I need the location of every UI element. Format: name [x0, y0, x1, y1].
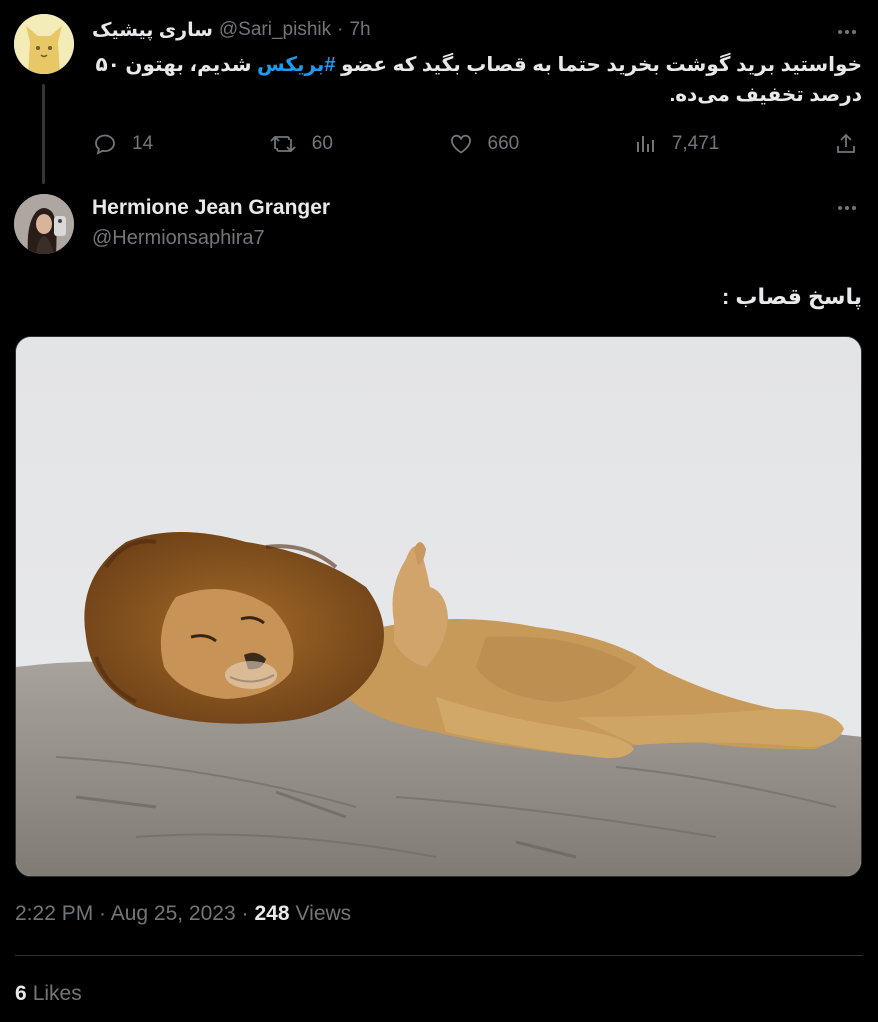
more-icon[interactable]	[834, 22, 860, 42]
parent-time[interactable]: 7h	[349, 19, 370, 41]
divider	[15, 955, 863, 956]
thread-connector-line	[42, 84, 45, 184]
parent-header: ساری پیشیک @Sari_pishik · 7h	[92, 17, 371, 43]
header-separator: ·	[337, 19, 344, 40]
parent-action-bar: 14 60 660 7,471	[92, 130, 858, 158]
reply-icon	[95, 134, 115, 155]
parent-handle[interactable]: @Sari_pishik	[219, 19, 331, 41]
parent-display-name[interactable]: ساری پیشیک	[92, 19, 213, 42]
like-count: 660	[487, 133, 520, 154]
parent-avatar[interactable]	[14, 14, 74, 74]
tweet-timestamp[interactable]: 2:22 PM · Aug 25, 2023 ·	[15, 902, 248, 926]
parent-tweet-text: خواستید برید گوشت بخرید حتما به قصاب بگی…	[92, 50, 862, 110]
reply-count: 14	[132, 133, 154, 154]
cat-avatar-icon	[14, 14, 74, 74]
reply-tweet-text: پاسخ قصاب :	[721, 284, 862, 309]
reply-avatar[interactable]	[14, 194, 74, 254]
more-icon[interactable]	[834, 198, 860, 218]
parent-text-before: خواستید برید گوشت بخرید حتما به قصاب بگی…	[335, 54, 862, 76]
views-count: 7,471	[671, 133, 720, 154]
user-photo-avatar-icon	[14, 194, 74, 254]
views-label: Views	[295, 902, 352, 925]
hashtag-link[interactable]: #بریکس	[257, 54, 336, 76]
retweet-count: 60	[311, 133, 333, 154]
like-icon	[450, 134, 471, 154]
likes-label: Likes	[32, 982, 82, 1005]
views-total: 248	[254, 902, 290, 925]
retweet-button[interactable]: 60	[268, 132, 333, 156]
reply-display-name[interactable]: Hermione Jean Granger	[92, 196, 330, 220]
tweet-media-image[interactable]	[15, 336, 862, 877]
likes-total: 6	[15, 982, 27, 1005]
tweet-meta: 2:22 PM · Aug 25, 2023 · 248 Views	[15, 902, 351, 926]
views-icon	[636, 136, 654, 152]
retweet-icon	[270, 135, 296, 153]
lion-on-rock-image	[16, 337, 861, 876]
views-button[interactable]: 7,471	[634, 132, 720, 156]
like-button[interactable]: 660	[448, 132, 520, 156]
share-button[interactable]	[834, 132, 858, 156]
share-icon	[837, 133, 855, 153]
reply-handle[interactable]: @Hermionsaphira7	[92, 227, 265, 250]
reply-button[interactable]: 14	[92, 132, 153, 156]
likes-summary[interactable]: 6 Likes	[15, 982, 82, 1006]
tweet-page: ساری پیشیک @Sari_pishik · 7h خواستید بری…	[0, 0, 878, 1022]
